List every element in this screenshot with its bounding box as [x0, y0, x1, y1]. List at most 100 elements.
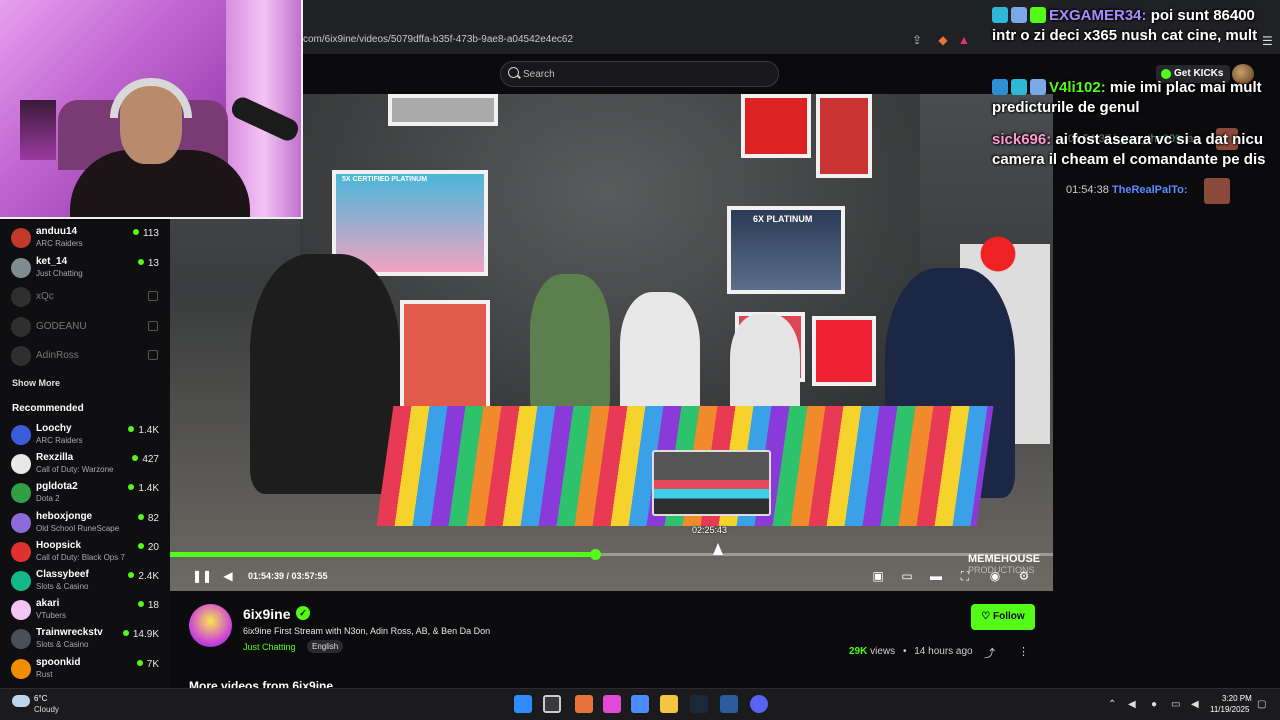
screen: com/6ix9ine/videos/5079dffa-b35f-473b-9a…: [0, 0, 1280, 720]
url-text[interactable]: com/6ix9ine/videos/5079dffa-b35f-473b-9a…: [303, 34, 573, 45]
follow-label: Follow: [993, 611, 1025, 622]
follow-button[interactable]: ♡ Follow: [971, 604, 1035, 630]
offline-icon: [148, 320, 158, 331]
steam-icon[interactable]: [690, 695, 708, 713]
search-icon: [508, 67, 519, 78]
verified-icon: ✓: [296, 606, 310, 620]
sidebar-viewer-count: 7K: [137, 659, 159, 670]
wall-frame: [816, 94, 872, 178]
badge-icon: [1030, 79, 1046, 95]
language-tag[interactable]: English: [307, 640, 344, 653]
sidebar-channel-category: Call of Duty: Black Ops 7: [36, 552, 125, 562]
sidebar-channel-name: Classybeef: [36, 569, 89, 580]
pause-icon[interactable]: ❚❚: [192, 568, 212, 584]
brave-shield-icon[interactable]: ◆: [936, 33, 950, 47]
more-options-icon[interactable]: ⋮: [1018, 645, 1029, 658]
wall-frame: [741, 94, 811, 158]
sidebar-viewer-count: 13: [138, 258, 159, 269]
playback-speed-icon[interactable]: ◉: [988, 568, 1002, 584]
sidebar-viewer-count: 18: [138, 600, 159, 611]
sidebar-channel-category: Slots & Casino: [36, 582, 89, 591]
sidebar-channel[interactable]: Rexzilla Call of Duty: Warzone 427: [0, 450, 170, 478]
chat-username[interactable]: EXGAMER34:: [1049, 7, 1147, 24]
notification-icon[interactable]: ▢: [1257, 699, 1266, 710]
app-icon[interactable]: [631, 695, 649, 713]
share-icon[interactable]: ⤴: [984, 645, 995, 661]
microphone-icon[interactable]: ●: [1151, 699, 1157, 710]
sidebar-channel-name: Rexzilla: [36, 452, 74, 464]
faded-chat-avatar: [1204, 178, 1230, 204]
share-page-icon[interactable]: ⇪: [910, 33, 924, 47]
sidebar-viewer-count: 2.4K: [128, 571, 159, 582]
sidebar-channel-category: Slots & Casino: [36, 640, 89, 650]
wall-frame: [812, 316, 876, 386]
views-count: 29K: [849, 646, 868, 657]
sidebar-channel[interactable]: Hoopsick Call of Duty: Black Ops 7 20: [0, 538, 170, 566]
fullscreen-icon[interactable]: ⛶: [958, 568, 972, 584]
lamp: [20, 100, 56, 160]
app-icon[interactable]: [603, 695, 621, 713]
chat-message: V4li102: mie imi plac mai mult predictur…: [992, 78, 1272, 118]
weather-temp[interactable]: 6°C: [34, 694, 47, 703]
sidebar-channel[interactable]: xQc: [0, 283, 170, 311]
views-suffix: views: [867, 646, 896, 657]
sidebar-channel[interactable]: Loochy ARC Raiders 1.4K: [0, 421, 170, 449]
file-explorer-icon[interactable]: [660, 695, 678, 713]
channel-name[interactable]: 6ix9ine: [243, 606, 290, 622]
sidebar-channel[interactable]: AdinRoss: [0, 342, 170, 370]
show-more-link[interactable]: Show More: [12, 378, 60, 388]
weather-condition[interactable]: Cloudy: [34, 705, 59, 714]
sidebar-channel[interactable]: GODEANU: [0, 313, 170, 341]
windows-start-icon[interactable]: [514, 695, 532, 713]
app-icon[interactable]: [720, 695, 738, 713]
sidebar-channel[interactable]: heboxjonge Old School RuneScape 82: [0, 509, 170, 537]
volume-icon[interactable]: ◀: [221, 568, 235, 584]
clip-icon[interactable]: ▣: [871, 568, 885, 584]
mouse-cursor: [713, 543, 723, 555]
sidebar-channel[interactable]: anduu14 ARC Raiders 113: [0, 224, 170, 252]
streamer-webcam: [0, 0, 303, 219]
channel-avatar[interactable]: [189, 604, 232, 647]
chat-username[interactable]: V4li102:: [1049, 79, 1106, 96]
sidebar-viewer-count: 113: [133, 228, 159, 239]
chat-message: sick696: ai fost aseara vc si a dat nicu…: [992, 130, 1272, 170]
chevron-up-icon[interactable]: ⌃: [1108, 699, 1116, 710]
gift-badge-icon: [1030, 7, 1046, 23]
speaker-icon[interactable]: ◀: [1128, 699, 1136, 710]
menu-icon[interactable]: ☰: [1262, 34, 1273, 48]
sidebar-viewer-count: 14.9K: [123, 629, 159, 640]
brave-browser-icon[interactable]: [575, 695, 593, 713]
channel-avatar: [11, 483, 31, 504]
video-title: 6ix9ine First Stream with N3on, Adin Ros…: [243, 626, 491, 636]
theater-mode-icon[interactable]: ▬: [929, 568, 943, 584]
brave-rewards-icon[interactable]: ▲: [957, 33, 971, 47]
sidebar-channel-category: Call of Duty: Warzone: [36, 465, 114, 475]
seek-preview-thumbnail: [652, 450, 771, 516]
channel-avatar: [11, 512, 31, 533]
badge-icon: [992, 79, 1008, 95]
task-view-icon[interactable]: [543, 695, 561, 713]
sidebar-channel[interactable]: akari VTubers 18: [0, 596, 170, 624]
discord-icon[interactable]: [750, 695, 768, 713]
chat-username[interactable]: sick696:: [992, 131, 1051, 148]
network-icon[interactable]: ▭: [1171, 699, 1180, 710]
sidebar-channel[interactable]: ket_14 Just Chatting 13: [0, 254, 170, 282]
sidebar-channel-name: AdinRoss: [36, 350, 79, 361]
miniplayer-icon[interactable]: ▭: [900, 568, 914, 584]
sidebar-channel[interactable]: pgldota2 Dota 2 1.4K: [0, 479, 170, 507]
volume-icon[interactable]: ◀: [1191, 699, 1199, 710]
category-link[interactable]: Just Chatting: [243, 642, 296, 652]
settings-gear-icon[interactable]: ⚙: [1017, 568, 1031, 584]
sidebar-channel[interactable]: spoonkid Rust 7K: [0, 655, 170, 683]
cloud-icon[interactable]: [12, 695, 30, 707]
recommended-heading: Recommended: [12, 403, 84, 414]
sidebar-viewer-count: 1.4K: [128, 483, 159, 494]
sidebar-viewer-count: 82: [138, 513, 159, 524]
wall-frame: [388, 94, 498, 126]
clock-date[interactable]: 11/19/2025: [1210, 705, 1249, 714]
clock-time[interactable]: 3:20 PM: [1222, 694, 1252, 703]
watermark-line1: MEMEHOUSE: [968, 553, 1041, 565]
sidebar-channel[interactable]: Trainwreckstv Slots & Casino 14.9K: [0, 625, 170, 653]
sidebar-channel[interactable]: Classybeef Slots & Casino 2.4K: [0, 567, 170, 595]
wall-frame: [400, 300, 490, 410]
